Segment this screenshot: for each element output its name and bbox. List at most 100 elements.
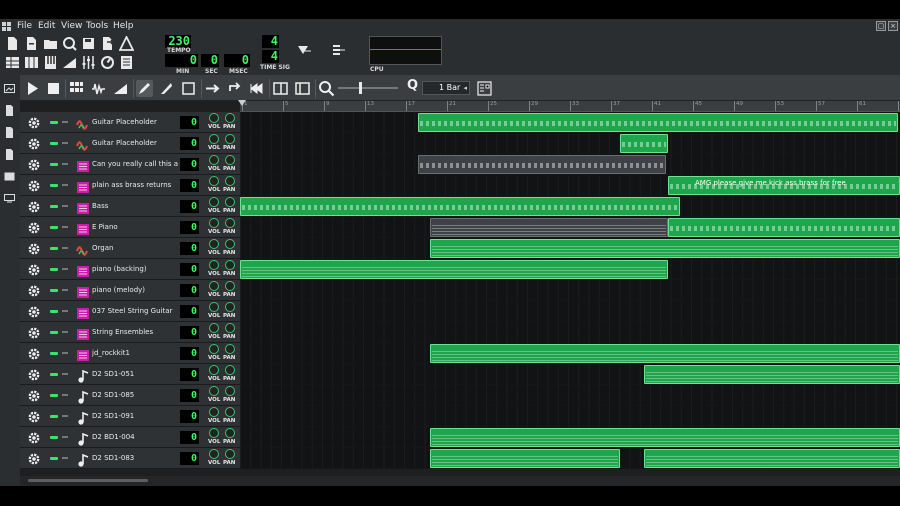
track-name[interactable]: plain ass brass returns bbox=[92, 180, 182, 191]
pan-knob[interactable] bbox=[225, 239, 235, 249]
track-lane[interactable] bbox=[240, 427, 900, 448]
track-header[interactable]: Guitar Placeholder 0 VOL PAN bbox=[20, 133, 240, 154]
auto-scroll-button[interactable] bbox=[204, 80, 221, 97]
loop-points-button[interactable] bbox=[226, 80, 243, 97]
piano-roll-icon[interactable] bbox=[43, 55, 58, 70]
track-lane[interactable] bbox=[240, 364, 900, 385]
instrument-plugins-icon[interactable] bbox=[4, 83, 15, 94]
insert-bar-button[interactable] bbox=[272, 80, 289, 97]
pattern-clip[interactable] bbox=[430, 428, 900, 447]
pattern-clip[interactable] bbox=[240, 260, 668, 279]
track-header[interactable]: jd_rockkit1 0 VOL PAN bbox=[20, 343, 240, 364]
track-header[interactable]: Guitar Placeholder 0 VOL PAN bbox=[20, 112, 240, 133]
mute-toggle[interactable] bbox=[50, 184, 58, 187]
mute-toggle[interactable] bbox=[50, 394, 58, 397]
track-lane[interactable] bbox=[240, 112, 900, 133]
mute-toggle[interactable] bbox=[50, 163, 58, 166]
gear-icon[interactable] bbox=[27, 451, 41, 465]
beat-bassline-editor-icon[interactable] bbox=[24, 55, 39, 70]
controller-rack-icon[interactable] bbox=[100, 55, 115, 70]
soundfont-icon[interactable] bbox=[76, 326, 90, 340]
mute-toggle[interactable] bbox=[50, 457, 58, 460]
solo-toggle[interactable] bbox=[62, 331, 68, 333]
track-name[interactable]: Organ bbox=[92, 243, 182, 254]
my-projects-icon[interactable] bbox=[4, 105, 15, 116]
track-name[interactable]: Bass bbox=[92, 201, 182, 212]
pattern-clip[interactable] bbox=[240, 197, 680, 216]
playhead-marker[interactable] bbox=[238, 100, 246, 106]
volume-knob[interactable] bbox=[209, 428, 219, 438]
solo-toggle[interactable] bbox=[62, 289, 68, 291]
pattern-clip[interactable] bbox=[644, 365, 900, 384]
gear-icon[interactable] bbox=[27, 388, 41, 402]
mute-toggle[interactable] bbox=[50, 205, 58, 208]
gear-icon[interactable] bbox=[27, 241, 41, 255]
solo-toggle[interactable] bbox=[62, 310, 68, 312]
song-editor-icon[interactable] bbox=[5, 55, 20, 70]
snap-mode-button[interactable] bbox=[476, 80, 493, 97]
volume-knob[interactable] bbox=[209, 302, 219, 312]
solo-toggle[interactable] bbox=[62, 184, 68, 186]
pattern-clip[interactable] bbox=[430, 218, 668, 237]
menu-view[interactable]: View bbox=[61, 21, 82, 31]
volume-knob[interactable] bbox=[209, 407, 219, 417]
track-name[interactable]: D2 SD1-091 bbox=[92, 411, 182, 422]
track-lane[interactable] bbox=[240, 196, 900, 217]
mixer-icon[interactable] bbox=[81, 55, 96, 70]
soundfont-icon[interactable] bbox=[76, 284, 90, 298]
mute-toggle[interactable] bbox=[50, 289, 58, 292]
solo-toggle[interactable] bbox=[62, 226, 68, 228]
track-header[interactable]: D2 SD1-085 0 VOL PAN bbox=[20, 385, 240, 406]
mute-toggle[interactable] bbox=[50, 142, 58, 145]
root-directory-icon[interactable] bbox=[4, 193, 15, 204]
knife-mode-button[interactable] bbox=[158, 80, 175, 97]
pan-knob[interactable] bbox=[225, 218, 235, 228]
track-header[interactable]: D2 SD1-051 0 VOL PAN bbox=[20, 364, 240, 385]
pattern-clip[interactable] bbox=[668, 218, 900, 237]
track-lane[interactable] bbox=[240, 343, 900, 364]
pattern-clip[interactable] bbox=[418, 113, 898, 132]
track-name[interactable]: Guitar Placeholder bbox=[92, 117, 182, 128]
track-name[interactable]: 037 Steel String Guitar bbox=[92, 306, 182, 317]
open-project-icon[interactable] bbox=[43, 36, 58, 51]
horizontal-scrollbar[interactable] bbox=[20, 476, 900, 486]
sample-icon[interactable] bbox=[76, 368, 90, 383]
track-header[interactable]: piano (backing) 0 VOL PAN bbox=[20, 259, 240, 280]
app-menu-icon[interactable] bbox=[2, 22, 11, 31]
remove-bar-button[interactable] bbox=[294, 80, 311, 97]
track-name[interactable]: Can you really call this a hihat bbox=[92, 159, 182, 170]
close-window-icon[interactable]: × bbox=[888, 21, 898, 31]
zoom-slider-handle[interactable] bbox=[359, 82, 362, 94]
track-header[interactable]: String Ensembles 0 VOL PAN bbox=[20, 322, 240, 343]
gear-icon[interactable] bbox=[27, 346, 41, 360]
solo-toggle[interactable] bbox=[62, 436, 68, 438]
tripleoscillator-icon[interactable] bbox=[75, 242, 90, 256]
tripleoscillator-icon[interactable] bbox=[75, 137, 90, 151]
soundfont-icon[interactable] bbox=[76, 263, 90, 277]
track-header[interactable]: Bass 0 VOL PAN bbox=[20, 196, 240, 217]
gear-icon[interactable] bbox=[27, 367, 41, 381]
pan-knob[interactable] bbox=[225, 449, 235, 459]
track-header[interactable]: plain ass brass returns 0 VOL PAN bbox=[20, 175, 240, 196]
gear-icon[interactable] bbox=[27, 283, 41, 297]
track-name[interactable]: D2 SD1-051 bbox=[92, 369, 182, 380]
solo-toggle[interactable] bbox=[62, 247, 68, 249]
track-header[interactable]: D2 BD1-004 0 VOL PAN bbox=[20, 427, 240, 448]
gear-icon[interactable] bbox=[27, 199, 41, 213]
track-lane[interactable] bbox=[240, 322, 900, 343]
timeline-ruler[interactable]: 1591317212529333741454953576165 bbox=[240, 101, 900, 112]
soundfont-icon[interactable] bbox=[76, 200, 90, 214]
gear-icon[interactable] bbox=[27, 262, 41, 276]
time-signature-denominator[interactable]: 4 bbox=[262, 50, 279, 63]
project-notes-icon[interactable] bbox=[119, 55, 134, 70]
track-header[interactable]: Organ 0 VOL PAN bbox=[20, 238, 240, 259]
track-lane[interactable] bbox=[240, 448, 900, 469]
track-lane[interactable] bbox=[240, 259, 900, 280]
time-signature-numerator[interactable]: 4 bbox=[262, 35, 279, 48]
track-lane[interactable] bbox=[240, 280, 900, 301]
export-project-icon[interactable] bbox=[100, 36, 115, 51]
pattern-clip[interactable] bbox=[430, 239, 900, 258]
volume-knob[interactable] bbox=[209, 365, 219, 375]
volume-knob[interactable] bbox=[209, 323, 219, 333]
mute-toggle[interactable] bbox=[50, 373, 58, 376]
